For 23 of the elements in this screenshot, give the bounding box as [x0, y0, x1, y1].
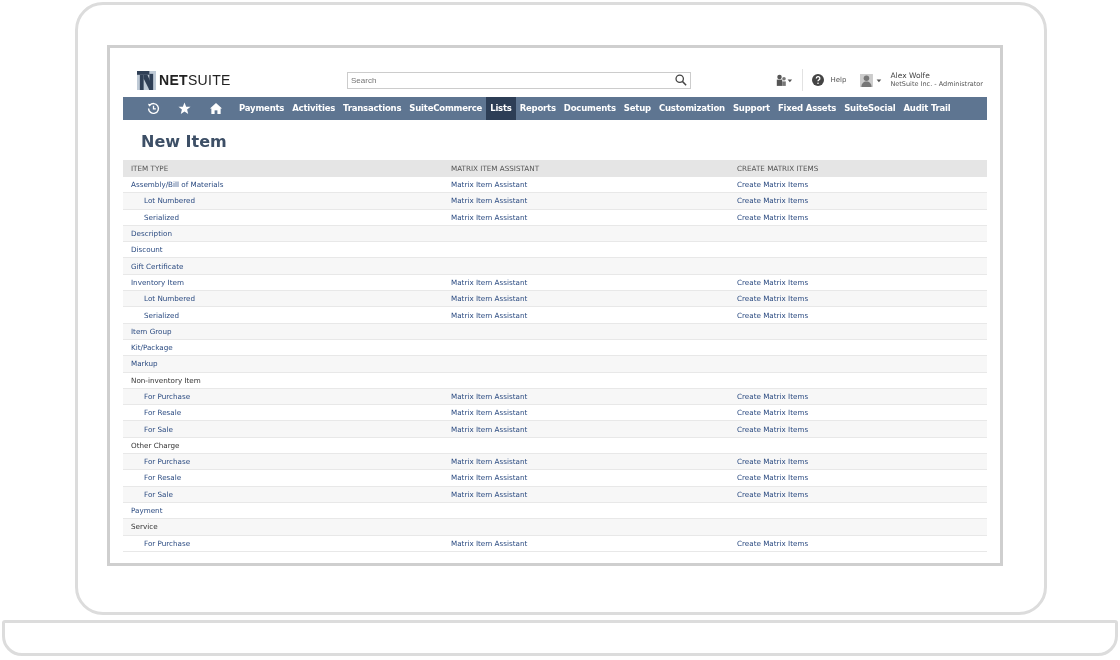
people-dropdown-icon[interactable] — [775, 73, 794, 87]
search-field[interactable]: Search — [347, 71, 691, 89]
help-icon[interactable] — [812, 74, 825, 86]
page-title: New Item — [141, 132, 228, 151]
star-icon[interactable] — [178, 102, 191, 115]
nav-tab[interactable]: Reports — [515, 97, 560, 120]
nav-tab[interactable]: SuiteSocial — [840, 97, 900, 120]
nav-tab[interactable]: Setup — [619, 97, 655, 120]
nav-tab[interactable]: Fixed Assets — [773, 97, 841, 120]
recent-clock-icon[interactable] — [147, 102, 160, 115]
logo-icon — [137, 70, 156, 90]
nav-tab[interactable]: Lists — [486, 97, 516, 120]
nav-tab[interactable]: Customization — [654, 97, 729, 120]
home-icon[interactable] — [209, 102, 223, 115]
nav-tab[interactable]: Payments — [235, 97, 289, 120]
search-icon[interactable] — [675, 74, 687, 86]
nav-tab[interactable]: Audit Trail — [899, 97, 955, 120]
nav-tab[interactable]: Documents — [559, 97, 620, 120]
nav-tab[interactable]: Activities — [288, 97, 340, 120]
nav-tab[interactable]: SuiteCommerce — [405, 97, 487, 120]
logo-wordmark: NETSUITE — [159, 72, 231, 88]
nav-tab[interactable]: Transactions — [339, 97, 406, 120]
nav-tab[interactable]: Support — [728, 97, 774, 120]
